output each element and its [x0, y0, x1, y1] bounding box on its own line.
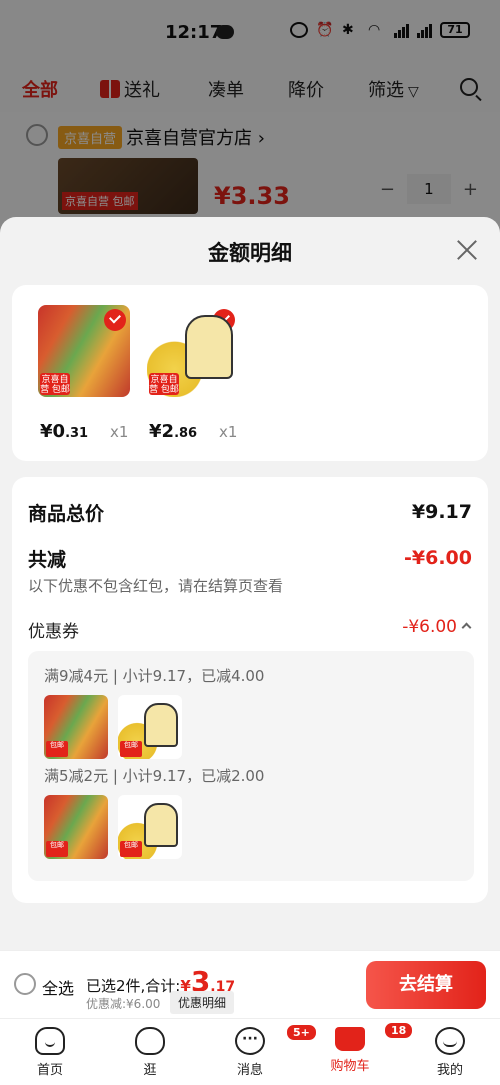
select-all-label[interactable]: 全选 — [42, 975, 74, 999]
chevron-up-icon — [461, 622, 472, 633]
nav-profile-label: 我的 — [436, 1063, 463, 1078]
item-price-dec: .86 — [174, 426, 198, 441]
nav-stroll-label: 逛 — [143, 1063, 157, 1078]
item-badge: 包邮 — [120, 841, 142, 857]
selected-item[interactable]: 京喜自营 包邮 ¥0.31 x1 — [38, 305, 138, 442]
profile-icon — [435, 1027, 465, 1055]
item-badge: 京喜自营 包邮 — [149, 373, 179, 395]
coupon-product-image: 包邮 — [44, 695, 108, 759]
amount-detail-sheet: 金额明细 京喜自营 包邮 ¥0.31 x1 京喜自营 包邮 ¥2.86 x1 商… — [0, 217, 500, 950]
stroll-icon — [135, 1027, 165, 1055]
check-icon — [104, 309, 126, 331]
close-icon[interactable] — [454, 237, 480, 263]
selected-items-card: 京喜自营 包邮 ¥0.31 x1 京喜自营 包邮 ¥2.86 x1 — [12, 285, 488, 461]
coupon-value: -¥6.00 — [402, 617, 457, 637]
bottom-nav: 首页 逛 5+ 消息 18 购物车 我的 — [0, 1018, 500, 1085]
item-quantity: x1 — [219, 423, 238, 441]
item-quantity: x1 — [110, 423, 129, 441]
overlay-scrim[interactable] — [0, 0, 500, 240]
coupon-product-image: 包邮 — [118, 695, 182, 759]
checkout-bar: 全选 已选2件,合计:¥3.17 优惠减:¥6.00 优惠明细 去结算 — [0, 950, 500, 1018]
product-image: 京喜自营 包邮 — [147, 305, 239, 397]
nav-messages-label: 消息 — [236, 1063, 263, 1078]
item-price-dec: .31 — [65, 426, 89, 441]
item-price-int: ¥0 — [40, 421, 66, 442]
item-price-int: ¥2 — [149, 421, 175, 442]
coupon-rule: 满9减4元 | 小计9.17，已减4.00 — [44, 667, 265, 685]
item-badge: 包邮 — [120, 741, 142, 757]
item-badge: 包邮 — [46, 841, 68, 857]
checkout-button[interactable]: 去结算 — [366, 961, 486, 1009]
select-all-radio[interactable] — [14, 973, 36, 995]
nav-profile[interactable]: 我的 — [410, 1027, 490, 1078]
reduce-value: -¥6.00 — [404, 547, 472, 569]
sheet-title: 金额明细 — [208, 241, 292, 265]
total-label: 商品总价 — [28, 503, 105, 525]
discount-summary: 优惠减:¥6.00 — [86, 997, 161, 1011]
item-price: ¥2.86 — [149, 421, 197, 442]
coupon-toggle[interactable]: -¥6.00 — [402, 617, 472, 637]
selected-item[interactable]: 京喜自营 包邮 ¥2.86 x1 — [147, 305, 247, 442]
message-icon: 5+ — [235, 1023, 318, 1055]
reduce-label: 共减 — [28, 549, 67, 571]
item-price: ¥0.31 — [40, 421, 88, 442]
nav-cart-label: 购物车 — [330, 1059, 370, 1074]
coupon-product-image: 包邮 — [44, 795, 108, 859]
nav-messages[interactable]: 5+ 消息 — [210, 1023, 318, 1078]
coupon-label: 优惠券 — [28, 622, 79, 642]
summary-prefix: 已选2件,合计: — [86, 977, 181, 995]
coupon-breakdown: 满9减4元 | 小计9.17，已减4.00 包邮 包邮 满5减2元 | 小计9.… — [28, 651, 474, 881]
check-icon — [213, 309, 235, 331]
price-detail-card: 商品总价 ¥9.17 共减 -¥6.00 以下优惠不包含红包，请在结算页查看 优… — [12, 477, 488, 903]
coupon-product-image: 包邮 — [118, 795, 182, 859]
reduce-note: 以下优惠不包含红包，请在结算页查看 — [28, 577, 284, 595]
nav-stroll[interactable]: 逛 — [110, 1027, 190, 1078]
home-icon — [35, 1027, 65, 1055]
total-value: ¥9.17 — [411, 501, 472, 523]
cart-icon: 18 — [335, 1021, 415, 1051]
coupon-rule: 满5减2元 | 小计9.17，已减2.00 — [44, 767, 265, 785]
nav-cart[interactable]: 18 购物车 — [310, 1021, 415, 1074]
item-badge: 京喜自营 包邮 — [40, 373, 70, 395]
product-image: 京喜自营 包邮 — [38, 305, 130, 397]
nav-home[interactable]: 首页 — [10, 1027, 90, 1078]
item-badge: 包邮 — [46, 741, 68, 757]
nav-home-label: 首页 — [36, 1063, 63, 1078]
discount-detail-button[interactable]: 优惠明细 — [170, 991, 235, 1014]
